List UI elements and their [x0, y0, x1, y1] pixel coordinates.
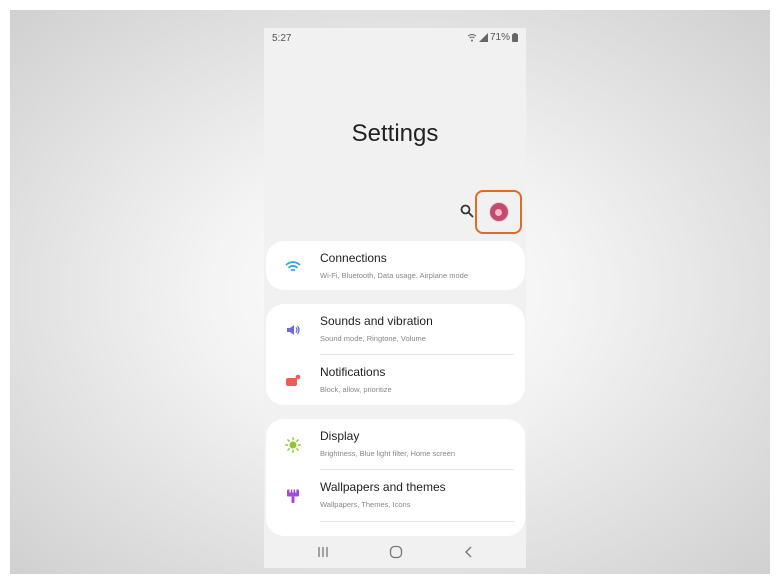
settings-item-label: Display: [320, 429, 360, 443]
wifi-status-icon: [467, 34, 477, 42]
settings-item-display[interactable]: Display Brightness, Blue light filter, H…: [266, 419, 525, 469]
settings-item-description: Wallpapers, Themes, Icons: [320, 500, 411, 509]
settings-item-description: Brightness, Blue light filter, Home scre…: [320, 449, 456, 458]
divider: [320, 521, 514, 522]
phone-screen: 5:27 71% Settings Connections Wi-Fi, Blu…: [264, 28, 526, 568]
wifi-icon: [285, 261, 301, 272]
signal-icon: [478, 33, 488, 42]
navigation-bar: [264, 536, 526, 568]
status-time: 5:27: [272, 33, 292, 44]
settings-item-wallpapers[interactable]: Wallpapers and themes Wallpapers, Themes…: [266, 470, 525, 520]
search-icon[interactable]: [460, 204, 474, 218]
page-title: Settings: [351, 120, 439, 147]
settings-item-label: Connections: [320, 251, 387, 265]
status-bar: 5:27 71%: [264, 28, 526, 52]
settings-item-description: Sound mode, Ringtone, Volume: [320, 334, 426, 343]
notification-icon: [286, 374, 301, 386]
profile-button[interactable]: [475, 190, 522, 234]
settings-item-notifications[interactable]: Notifications Block, allow, prioritize: [266, 355, 525, 405]
settings-item-label: Notifications: [320, 365, 386, 379]
settings-item-description: Wi-Fi, Bluetooth, Data usage, Airplane m…: [320, 271, 468, 280]
home-icon[interactable]: [388, 545, 404, 559]
sun-icon: [285, 437, 301, 453]
status-icons: 71%: [467, 32, 518, 43]
settings-group-display-wallpapers: Display Brightness, Blue light filter, H…: [266, 419, 525, 536]
settings-item-label: Sounds and vibration: [320, 314, 433, 328]
paintbrush-icon: [287, 489, 299, 503]
battery-icon: [512, 33, 518, 42]
battery-percent: 71%: [489, 32, 510, 43]
profile-avatar-icon: [488, 202, 509, 222]
settings-item-connections[interactable]: Connections Wi-Fi, Bluetooth, Data usage…: [266, 241, 525, 291]
settings-group-connections: Connections Wi-Fi, Bluetooth, Data usage…: [266, 241, 525, 290]
back-icon[interactable]: [461, 545, 477, 559]
settings-item-label: Wallpapers and themes: [320, 480, 446, 494]
settings-item-description: Block, allow, prioritize: [320, 385, 392, 394]
recents-icon[interactable]: [315, 545, 331, 559]
settings-item-sounds[interactable]: Sounds and vibration Sound mode, Rington…: [266, 304, 525, 354]
settings-group-sound-notifications: Sounds and vibration Sound mode, Rington…: [266, 304, 525, 405]
speaker-icon: [287, 325, 300, 335]
